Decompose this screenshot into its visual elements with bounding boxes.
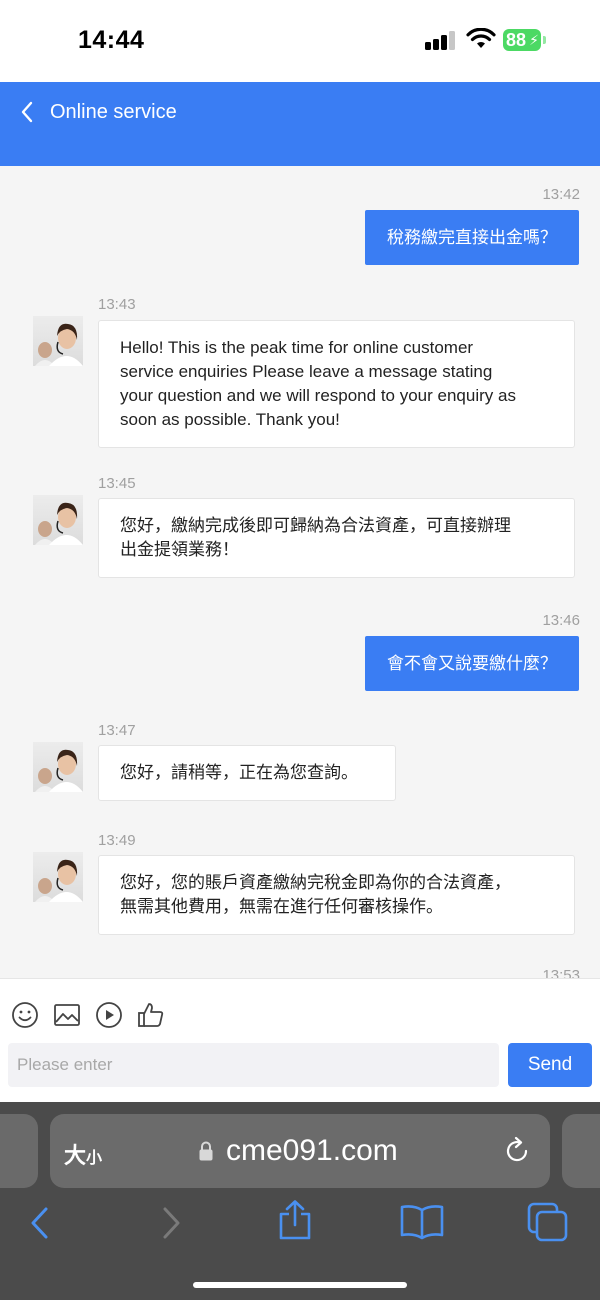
incoming-message: 您好，您的賬戶資產繳納完稅金即為你的合法資產， 無需其他費用，無需在進行任何審核… — [98, 855, 575, 935]
lock-icon — [199, 1141, 213, 1161]
message-timestamp: 13:43 — [98, 296, 136, 313]
status-time: 14:44 — [78, 26, 145, 54]
message-line: 您好，繳納完成後即可歸納為合法資產，可直接辦理 — [120, 516, 511, 535]
message-line: 出金提領業務！ — [120, 540, 239, 559]
video-icon[interactable] — [95, 1001, 123, 1029]
share-icon[interactable] — [277, 1200, 313, 1240]
message-line: soon as possible. Thank you! — [120, 410, 340, 429]
status-bar: 14:44 88 ⚡ — [0, 0, 600, 82]
message-line: Hello! This is the peak time for online … — [120, 338, 474, 357]
image-icon[interactable] — [53, 1001, 81, 1029]
incoming-message: 您好，繳納完成後即可歸納為合法資產，可直接辦理 出金提領業務！ — [98, 498, 575, 578]
address-bar[interactable]: 大小 cme091.com — [50, 1114, 550, 1188]
agent-avatar — [33, 495, 83, 545]
agent-avatar — [33, 852, 83, 902]
message-line: 無需其他費用，無需在進行任何審核操作。 — [120, 897, 443, 916]
back-nav-icon[interactable] — [24, 1206, 58, 1240]
message-input[interactable] — [8, 1043, 499, 1087]
reload-icon[interactable] — [502, 1136, 532, 1166]
tabs-icon[interactable] — [527, 1202, 569, 1242]
text-size-small: 小 — [86, 1150, 103, 1167]
emoji-icon[interactable] — [11, 1001, 39, 1029]
agent-avatar — [33, 316, 83, 366]
incoming-message: Hello! This is the peak time for online … — [98, 320, 575, 448]
browser-toolbar: 大小 cme091.com — [0, 1102, 600, 1300]
outgoing-message: 稅務繳完直接出金嗎？ — [365, 210, 579, 265]
message-line: your question and we will respond to you… — [120, 386, 516, 405]
bookmarks-icon[interactable] — [400, 1204, 444, 1240]
message-timestamp: 13:47 — [98, 722, 136, 739]
url-text: cme091.com — [226, 1134, 398, 1167]
text-size-big: 大 — [64, 1143, 87, 1168]
send-button[interactable]: Send — [508, 1043, 592, 1087]
home-indicator — [193, 1282, 407, 1288]
battery-level: 88 — [506, 30, 527, 50]
message-timestamp: 13:49 — [98, 832, 136, 849]
previous-tab-preview[interactable] — [0, 1114, 38, 1188]
cellular-signal-icon — [425, 30, 457, 50]
back-icon[interactable] — [18, 98, 38, 126]
text-size-button[interactable]: 大小 — [64, 1138, 102, 1170]
message-timestamp: 13:46 — [542, 612, 580, 629]
message-composer: Send — [0, 978, 600, 1102]
outgoing-message: 會不會又說要繳什麼？ — [365, 636, 579, 691]
chat-messages[interactable]: 13:42 稅務繳完直接出金嗎？ 13:43 Hello! This is th… — [0, 166, 600, 978]
next-tab-preview[interactable] — [562, 1114, 600, 1188]
message-line: 您好，您的賬戶資產繳納完稅金即為你的合法資產， — [120, 873, 511, 892]
battery-indicator: 88 ⚡ — [503, 29, 541, 51]
chat-header: Online service — [0, 82, 600, 166]
wifi-icon — [466, 28, 496, 48]
forward-nav-icon[interactable] — [153, 1206, 187, 1240]
page-title: Online service — [50, 101, 177, 123]
message-timestamp: 13:42 — [542, 186, 580, 203]
message-timestamp: 13:53 — [542, 967, 580, 978]
charging-bolt-icon: ⚡ — [529, 32, 539, 48]
thumbs-up-icon[interactable] — [137, 1001, 165, 1029]
message-timestamp: 13:45 — [98, 475, 136, 492]
message-line: 您好，請稍等，正在為您查詢。 — [120, 763, 358, 782]
incoming-message: 您好，請稍等，正在為您查詢。 — [98, 745, 396, 801]
agent-avatar — [33, 742, 83, 792]
battery-cap — [543, 36, 546, 44]
message-line: service enquiries Please leave a message… — [120, 362, 493, 381]
